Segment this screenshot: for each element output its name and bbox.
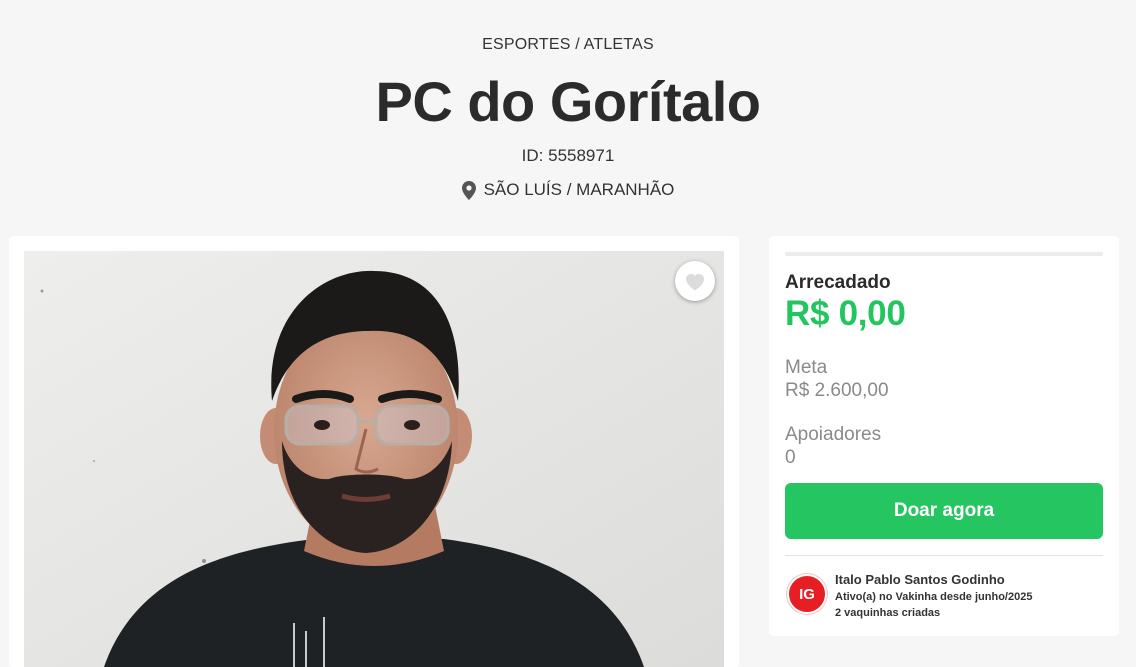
organizer-avatar[interactable]: IG <box>787 574 827 614</box>
organizer-info[interactable]: IG Italo Pablo Santos Godinho Ativo(a) n… <box>787 572 1107 620</box>
campaign-photo-illustration <box>24 251 724 667</box>
organizer-name[interactable]: Italo Pablo Santos Godinho <box>835 572 1005 587</box>
goal-label: Meta <box>785 357 828 378</box>
organizer-active-since: Ativo(a) no Vakinha desde junho/2025 <box>835 591 1033 603</box>
page-title: PC do Gorítalo <box>375 70 762 133</box>
raised-amount: R$ 0,00 <box>785 294 906 333</box>
favorite-button[interactable] <box>675 261 715 301</box>
donate-now-button[interactable]: Doar agora <box>785 483 1103 539</box>
campaign-page: ESPORTES / ATLETAS PC do Gorítalo ID: 55… <box>0 0 1136 667</box>
organizer-campaign-count: 2 vaquinhas criadas <box>835 607 941 619</box>
location-text: SÃO LUÍS / MARANHÃO <box>483 180 675 199</box>
divider <box>785 555 1103 556</box>
raised-label: Arrecadado <box>785 272 891 293</box>
supporters-count: 0 <box>785 447 796 468</box>
supporters-label: Apoiadores <box>785 424 882 445</box>
campaign-id: ID: 5558971 <box>521 146 615 165</box>
campaign-location: SÃO LUÍS / MARANHÃO <box>0 180 1136 200</box>
campaign-image-card <box>9 236 739 667</box>
heart-icon <box>686 273 704 291</box>
goal-amount: R$ 2.600,00 <box>785 380 889 401</box>
donation-summary-card: Arrecadado R$ 0,00 Meta R$ 2.600,00 Apoi… <box>769 236 1119 636</box>
location-pin-icon <box>461 180 476 200</box>
campaign-photo <box>24 251 724 667</box>
donation-progress-bar <box>785 252 1103 256</box>
category-breadcrumb[interactable]: ESPORTES / ATLETAS <box>0 36 1136 54</box>
